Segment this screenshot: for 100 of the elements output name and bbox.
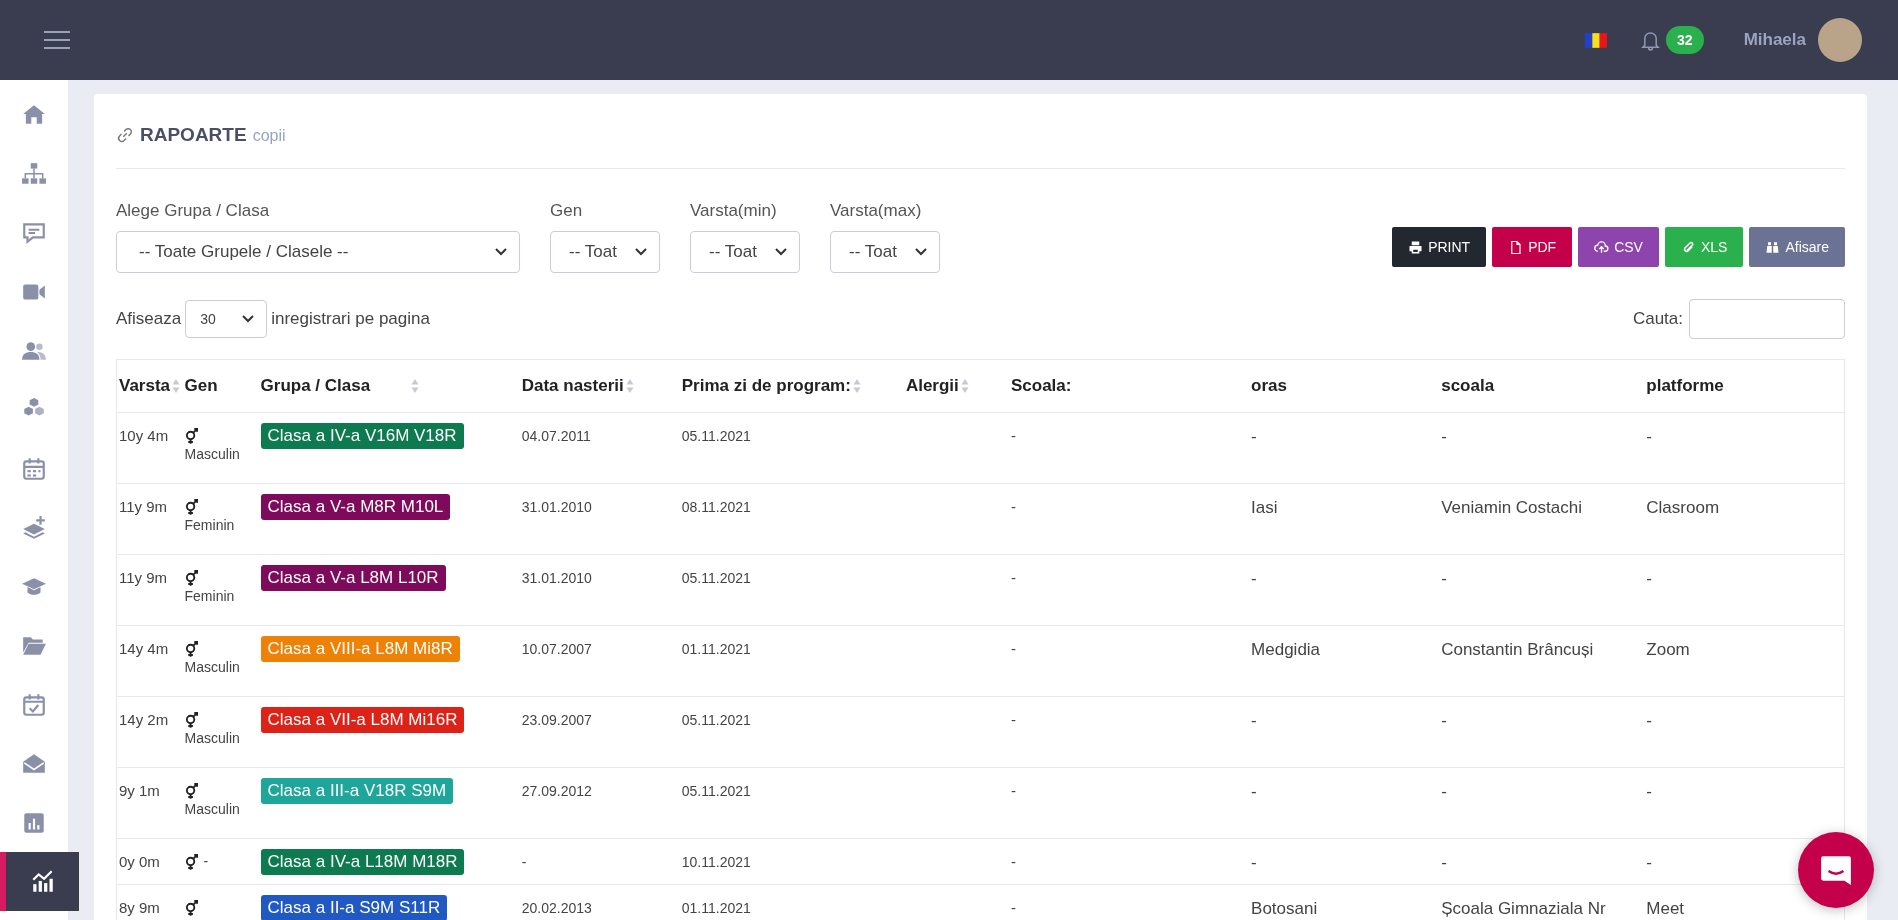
calendar-check-icon [21,691,47,718]
platform-cell: Clasroom [1646,498,1720,517]
birth-date-cell: - [521,854,527,870]
column-header: scoala [1439,359,1645,413]
gender-icon [184,640,198,657]
city-cell: Iasi [1251,498,1278,517]
cloud-upload-icon [1594,239,1610,255]
start-date-cell: 01.11.2021 [681,900,751,916]
gender-text: Feminin [184,517,235,533]
column-header[interactable]: Alergii [903,359,1009,413]
city-cell: - [1251,569,1257,588]
column-header: oras [1249,359,1440,413]
city-cell: - [1251,427,1257,446]
gender-text: Masculin [184,730,240,746]
gender-text: Masculin [184,659,240,675]
school-cell: - [1010,711,1016,728]
column-header: Scoala: [1008,359,1250,413]
calendar-icon [21,455,47,482]
gender-icon [184,427,198,444]
gender-text: - [203,853,209,870]
platform-cell: - [1646,853,1652,872]
school-cell: - [1010,640,1016,657]
birth-date-cell: 31.01.2010 [521,570,592,586]
page-size-label: Afiseaza [116,309,182,329]
link-icon [116,126,134,144]
sort-icon[interactable] [625,378,634,394]
printer-icon [1408,239,1424,255]
school-name-cell: - [1441,853,1447,872]
platform-cell: - [1646,427,1652,446]
gender-icon [184,899,198,916]
view-button[interactable]: Afisare [1749,227,1845,267]
platform-cell: Zoom [1646,640,1690,659]
document-icon [1508,239,1524,255]
layers-plus-icon [21,514,47,541]
city-cell: - [1251,782,1257,801]
filter-label: Varsta(min) [690,201,778,221]
caret-icon [242,315,255,323]
school-cell: - [1010,899,1016,916]
birth-date-cell: 23.09.2007 [521,712,592,728]
age-cell: 8y 9m [119,899,160,916]
search-label: Cauta: [1632,309,1683,329]
column-header[interactable]: Varsta [116,359,183,413]
filter-label: Gen [550,201,584,221]
school-name-cell: Școala Gimnaziala Nr [1441,899,1606,918]
birth-date-cell: 20.02.2013 [521,900,592,916]
city-cell: - [1251,711,1257,730]
chat-icon [1819,853,1853,887]
filter-dropdown[interactable]: -- Toate Grupele / Clasele -- [116,231,520,273]
column-header: Gen [182,359,259,413]
city-cell: Medgidia [1251,640,1321,659]
avatar[interactable] [1818,18,1862,62]
search-field[interactable] [1689,299,1845,339]
csv-button[interactable]: CSV [1578,227,1659,267]
column-header[interactable]: Prima zi de program: [679,359,904,413]
birth-date-cell: 04.07.2011 [521,428,591,444]
sort-icon[interactable] [960,378,969,394]
column-header[interactable]: Grupa / Clasa [258,359,520,413]
page-size-suffix: inregistrari pe pagina [271,309,430,329]
gender-icon [184,569,198,586]
page-size-dropdown[interactable]: 30 [185,300,268,338]
gender-icon [184,711,198,728]
filter-label: Alege Grupa / Clasa [116,201,271,221]
school-cell: - [1010,569,1016,586]
column-header[interactable]: Data nasterii [519,359,680,413]
age-cell: 0y 0m [119,853,160,870]
sort-icon[interactable] [410,378,419,394]
gender-icon [184,498,198,515]
start-date-cell: 05.11.2021 [681,428,751,444]
start-date-cell: 10.11.2021 [681,854,751,870]
sitemap-icon [21,160,47,187]
user-name[interactable]: Mihaela [1743,30,1806,50]
column-header: platforme [1644,359,1845,413]
start-date-cell: 01.11.2021 [681,641,751,657]
school-cell: - [1010,782,1016,799]
flag-icon[interactable] [1585,32,1608,48]
filter-dropdown[interactable]: -- Toat [830,231,940,273]
gender-text: Feminin [184,588,235,604]
pdf-button[interactable]: PDF [1492,227,1573,267]
school-cell: - [1010,427,1016,444]
binoculars-icon [1765,239,1781,255]
city-cell: - [1251,853,1257,872]
caret-icon [915,248,927,256]
filter-dropdown[interactable]: -- Toat [690,231,800,273]
platform-cell: Meet [1646,899,1685,918]
sidebar-item[interactable] [0,852,79,911]
filter-dropdown[interactable]: -- Toat [550,231,660,273]
bell-icon[interactable] [1641,29,1661,51]
group-tag: Clasa a VII-a L8M Mi16R [260,707,465,733]
menu-icon[interactable] [44,31,70,49]
caret-icon [635,248,647,256]
page-title: RAPOARTE [140,124,247,146]
sort-icon[interactable] [172,378,181,394]
platform-cell: - [1646,569,1652,588]
sort-icon[interactable] [852,378,861,394]
group-tag: Clasa a V-a M8R M10L [260,494,451,520]
gender-text: Masculin [184,446,240,462]
start-date-cell: 05.11.2021 [681,783,751,799]
print-button[interactable]: PRINT [1392,227,1487,267]
notification-count: 32 [1666,26,1704,54]
school-cell: - [1010,853,1016,870]
